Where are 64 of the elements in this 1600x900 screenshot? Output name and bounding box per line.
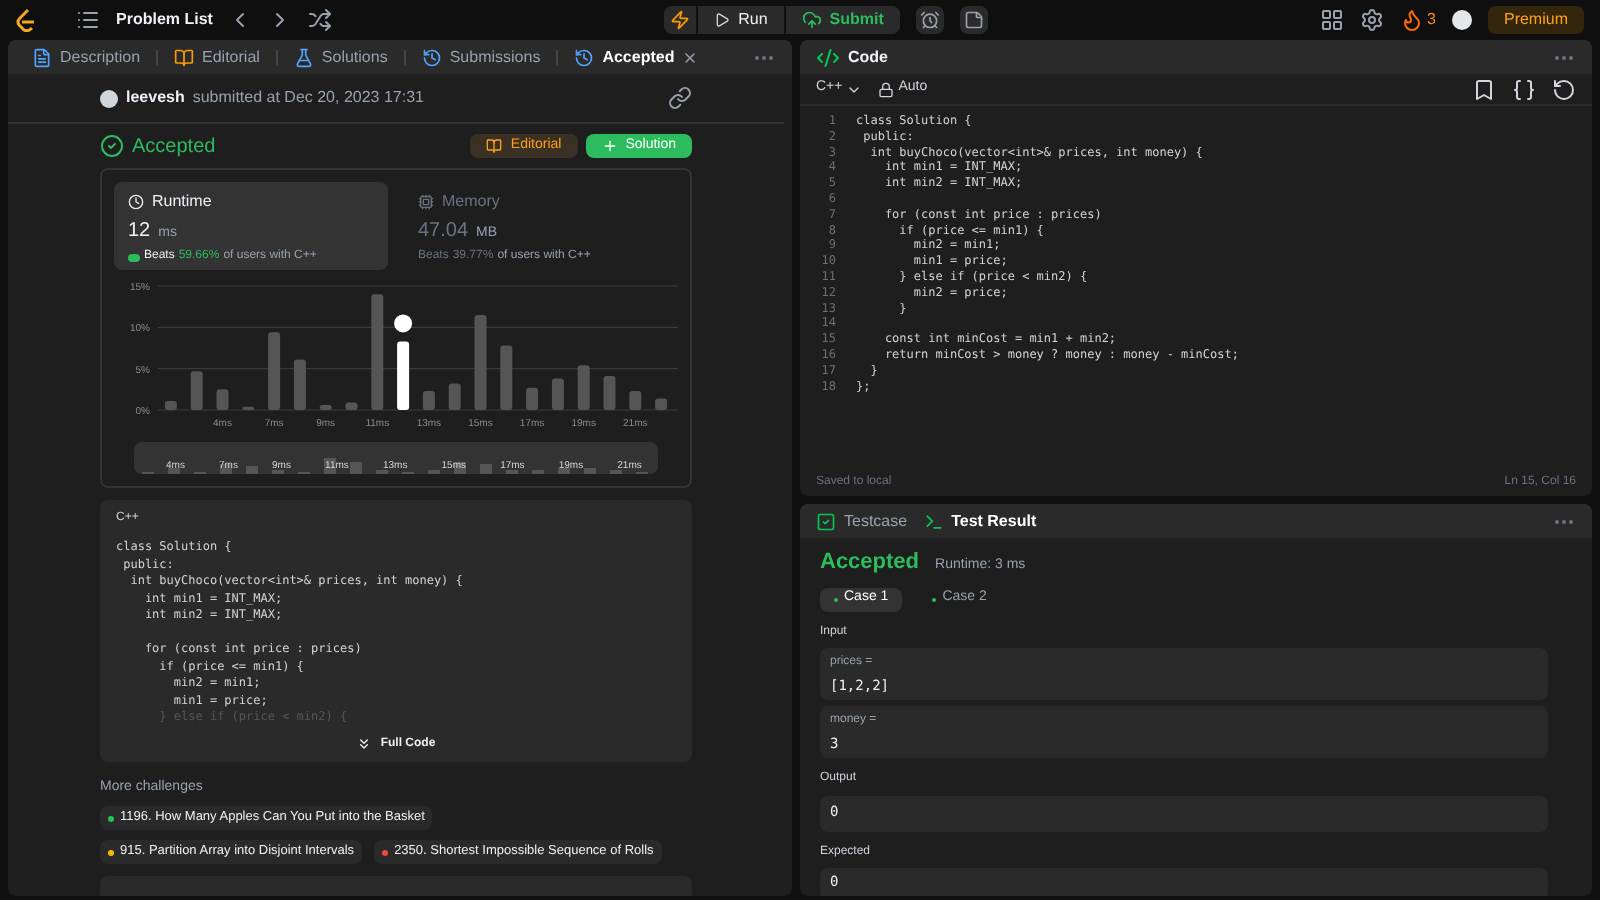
book-icon [174,47,195,67]
tab-label[interactable]: Solutions [321,45,388,69]
history-icon [574,47,595,67]
history-icon [421,47,442,67]
flask-icon [293,47,314,67]
document-icon [32,47,52,67]
alarm-icon [919,10,940,30]
tab-label[interactable]: Description [60,45,141,69]
tab-label[interactable]: Test Result [951,509,1037,533]
avatar [100,89,118,107]
submit-button[interactable]: Submit [785,6,900,34]
avatar[interactable] [1451,10,1472,30]
plus-icon [601,138,618,154]
panel-tab[interactable]: Editorial [166,45,268,69]
notes-button[interactable] [959,6,988,34]
logo-icon [16,8,36,32]
settings-icon [1359,8,1384,32]
premium-button[interactable]: Premium [1487,6,1584,34]
close-icon [682,49,699,65]
panel-tab[interactable]: Accepted [566,45,707,69]
panel-tab[interactable]: Test Result [923,509,1037,533]
tab-label[interactable]: Editorial [202,45,260,69]
panel-tab[interactable]: Solutions [285,45,396,69]
clock-icon [128,194,144,210]
status-text: Accepted [132,133,216,161]
run-button[interactable]: Run [698,6,784,34]
flame-icon [1399,8,1424,32]
panel-tab[interactable]: Testcase [816,509,908,533]
bookmark-icon [1472,77,1496,101]
chip-icon [418,194,434,210]
panel-title: Code [848,45,888,69]
username[interactable]: leevesh [126,86,185,110]
panel-tab[interactable]: Submissions [413,45,549,69]
note-icon [963,10,984,30]
code-icon [816,45,840,69]
chevrons-down-icon [356,736,373,752]
check-circle-icon [100,134,124,158]
submission-time: submitted at Dec 20, 2023 17:31 [192,86,424,110]
lock-icon [878,81,895,97]
timer-button[interactable] [915,6,944,34]
stat-title: Memory [442,190,500,214]
tab-label[interactable]: Testcase [844,509,908,533]
terminal-icon [923,511,944,531]
play-icon [714,12,731,28]
cloud-upload-icon [801,10,822,30]
marker-icon [394,314,413,333]
stat-value: 47.04 [418,218,469,246]
tab-label[interactable]: Submissions [449,45,541,69]
checkbox-icon [816,511,836,531]
reset-icon [1552,77,1576,101]
stat-title: Runtime [152,190,212,214]
link-icon [668,86,692,110]
panel-tab[interactable]: Description [24,45,149,69]
beats-icon [128,253,140,261]
debug-button[interactable] [664,6,697,34]
tab-label[interactable]: Accepted [602,45,675,69]
stat-value: 12 [128,218,151,246]
book-icon [486,138,503,154]
layout-icon [1319,8,1344,32]
streak-count: 3 [1427,8,1436,32]
problem-list-link[interactable]: Problem List [116,8,213,32]
shuffle-icon [308,8,333,32]
braces-icon [1512,77,1536,101]
result-status: Accepted [820,548,920,578]
